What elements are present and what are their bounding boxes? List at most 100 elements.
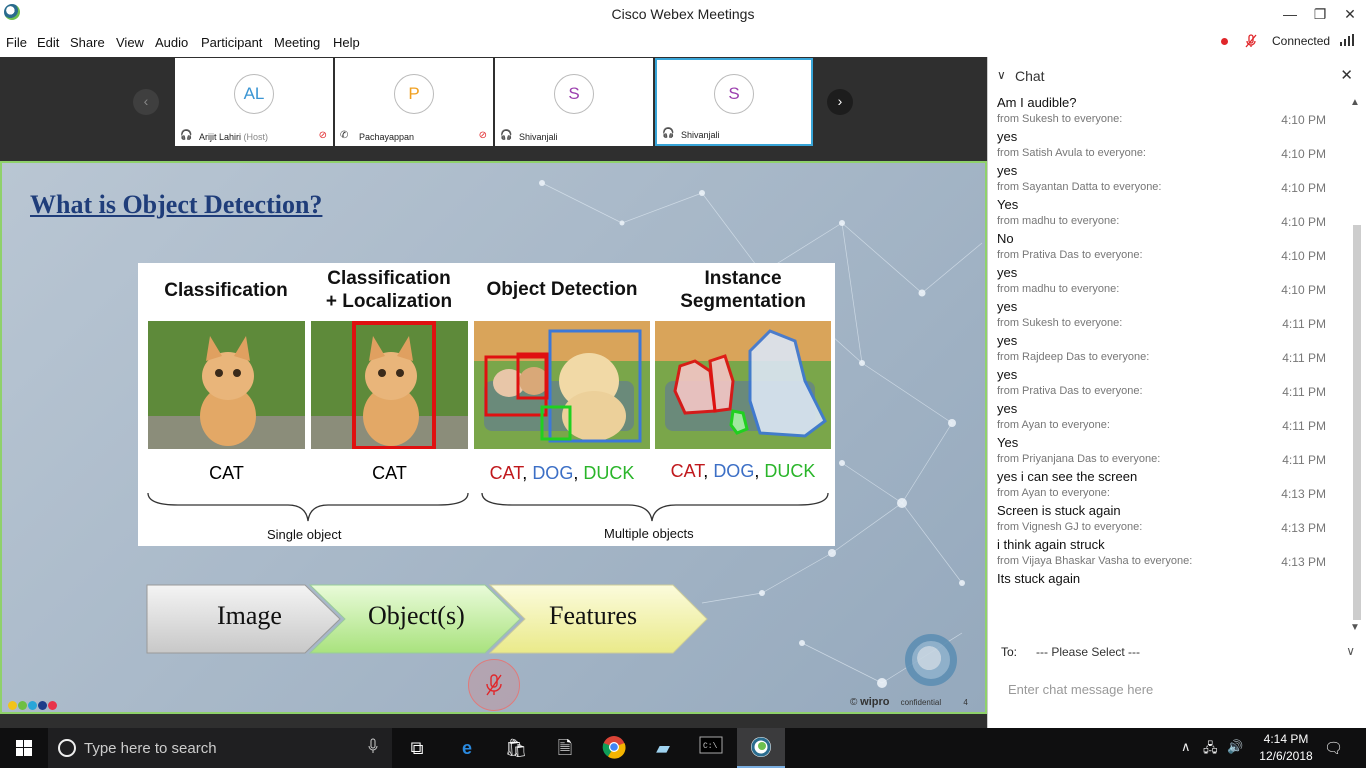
recipient-select[interactable]: --- Please Select --- — [1036, 645, 1140, 659]
label-cat-classification: CAT — [209, 463, 244, 483]
menu-view[interactable]: View — [116, 35, 144, 50]
chat-message-text: yes — [997, 367, 1018, 382]
label-detection-classes: CAT, DOG, DUCK — [489, 463, 635, 483]
task-view-icon[interactable]: ⧉ — [404, 735, 430, 761]
header-instance-segmentation: Instance Segmentation — [680, 268, 806, 312]
cmd-icon[interactable]: C:\ — [698, 735, 724, 761]
collapse-chevron-icon[interactable]: ∨ — [997, 68, 1006, 82]
participant-name: Pachayappan — [359, 132, 415, 142]
chat-message-text: yes — [997, 265, 1018, 280]
menu-help[interactable]: Help — [333, 35, 360, 50]
menu-edit[interactable]: Edit — [37, 35, 59, 50]
label-segmentation-classes: CAT, DOG, DUCK — [670, 461, 816, 481]
title-bar: Cisco Webex Meetings — ❐ ✕ — [0, 0, 1366, 30]
chat-message-sender: from madhu to everyone: — [997, 283, 1120, 295]
slide-title: What is Object Detection? — [30, 190, 323, 219]
participant-name: Shivanjali — [519, 132, 558, 142]
chat-message-sender: from Sukesh to everyone: — [997, 113, 1123, 125]
windows-start-icon[interactable] — [0, 728, 48, 768]
participant-card-active[interactable]: S 🎧 Shivanjali — [655, 58, 813, 146]
object-detection-image — [474, 321, 650, 449]
chat-title: Chat — [1015, 68, 1045, 84]
multiple-objects-label: Multiple objects — [604, 526, 694, 541]
network-icon[interactable]: 🖧 — [1203, 739, 1218, 761]
menu-meeting[interactable]: Meeting — [274, 35, 320, 50]
volume-icon[interactable]: 🔊 — [1227, 739, 1243, 755]
chat-message-text: Yes — [997, 197, 1019, 212]
participant-card[interactable]: P ✆ Pachayappan ⊘ — [335, 58, 493, 146]
unmute-button[interactable] — [468, 659, 520, 711]
chat-message-text: yes i can see the screen — [997, 469, 1138, 484]
scroll-thumb[interactable] — [1353, 225, 1361, 620]
notifications-icon[interactable]: 🗨 — [1324, 739, 1343, 757]
windows-taskbar: Type here to search ⧉ e 🛍 🗎 ▰ C:\ ∧ 🖧 🔊 … — [0, 728, 1366, 768]
chat-scrollbar[interactable]: ▲ ▼ — [1350, 95, 1364, 635]
participant-card[interactable]: S 🎧 Shivanjali — [495, 58, 653, 146]
to-label: To: — [1001, 645, 1018, 659]
chat-message-time: 4:10 PM — [1281, 215, 1326, 229]
cat-image — [148, 321, 305, 449]
chat-message-time: 4:10 PM — [1281, 147, 1326, 161]
chat-close-icon[interactable]: ✕ — [1340, 66, 1353, 84]
next-participants-button[interactable]: › — [827, 89, 853, 115]
header-classification: Classification — [164, 280, 288, 301]
chat-message-time: 4:13 PM — [1281, 555, 1326, 569]
clock-time[interactable]: 4:14 PM — [1255, 732, 1317, 746]
chat-message-list: Am I audible? from Sukesh to everyone: 4:1… — [988, 95, 1348, 635]
chat-message-text: No — [997, 231, 1014, 246]
pipeline-flow: Image Object(s) Features — [145, 583, 710, 655]
chat-message-time: 4:11 PM — [1282, 351, 1326, 365]
prev-participants-button[interactable]: ‹ — [133, 89, 159, 115]
chevron-down-icon[interactable]: ∨ — [1346, 644, 1355, 658]
chat-message-sender: from Sayantan Datta to everyone: — [997, 181, 1162, 193]
menu-file[interactable]: File — [6, 35, 27, 50]
webex-icon[interactable] — [748, 735, 774, 761]
chat-message-text: Yes — [997, 435, 1019, 450]
microphone-icon[interactable] — [368, 738, 378, 758]
chat-message-sender: from Vignesh GJ to everyone: — [997, 521, 1143, 533]
close-button[interactable]: ✕ — [1338, 4, 1362, 24]
menu-participant[interactable]: Participant — [201, 35, 262, 50]
edge-icon[interactable]: e — [454, 735, 480, 761]
chat-message-time: 4:10 PM — [1281, 181, 1326, 195]
taskbar-search[interactable]: Type here to search — [48, 728, 392, 768]
restore-button[interactable]: ❐ — [1308, 4, 1332, 24]
shared-screen: What is Object Detection? Classification… — [0, 161, 987, 714]
headset-icon: 🎧 — [180, 130, 193, 141]
scroll-up-icon[interactable]: ▲ — [1350, 97, 1360, 108]
search-placeholder: Type here to search — [84, 740, 217, 757]
menu-share[interactable]: Share — [70, 35, 105, 50]
chat-message-text: yes — [997, 401, 1018, 416]
chat-message-time: 4:10 PM — [1281, 249, 1326, 263]
menu-audio[interactable]: Audio — [155, 35, 188, 50]
chat-message-sender: from Ayan to everyone: — [997, 419, 1110, 431]
avatar: AL — [234, 74, 274, 114]
chat-message-input[interactable] — [997, 677, 1352, 701]
store-icon[interactable]: 🛍 — [503, 735, 529, 761]
mic-muted-icon: ⊘ — [318, 130, 327, 141]
slide-footer: © wipro confidential 4 — [850, 696, 968, 708]
chat-message-text: Its stuck again — [997, 571, 1081, 586]
connection-status: Connected — [1272, 34, 1331, 48]
mic-muted-icon[interactable] — [1245, 34, 1257, 51]
chat-message-time: 4:10 PM — [1281, 283, 1326, 297]
flow-step-objects: Object(s) — [368, 601, 465, 630]
chat-message-text: yes — [997, 299, 1018, 314]
header-object-detection: Object Detection — [486, 279, 638, 300]
participant-card[interactable]: AL 🎧 Arijit Lahiri (Host) ⊘ — [175, 58, 333, 146]
cat-localized-image — [311, 321, 468, 449]
chevron-up-icon[interactable]: ∧ — [1181, 739, 1191, 755]
notepad-icon[interactable]: ▰ — [650, 735, 676, 761]
participant-strip: ‹ AL 🎧 Arijit Lahiri (Host) ⊘ P ✆ Pachay… — [0, 57, 987, 161]
clock-date[interactable]: 12/6/2018 — [1255, 749, 1317, 763]
window-title: Cisco Webex Meetings — [611, 6, 755, 22]
header-classification-localization: Classification + Localization — [325, 268, 453, 312]
file-icon[interactable]: 🗎 — [552, 735, 578, 761]
chat-message-sender: from Ayan to everyone: — [997, 487, 1110, 499]
chat-message-time: 4:11 PM — [1282, 419, 1326, 433]
phone-icon: ✆ — [340, 130, 349, 141]
chrome-icon[interactable] — [601, 735, 627, 761]
scroll-down-icon[interactable]: ▼ — [1350, 622, 1360, 633]
headset-speaking-icon: 🎧 — [662, 128, 675, 139]
minimize-button[interactable]: — — [1278, 4, 1302, 24]
